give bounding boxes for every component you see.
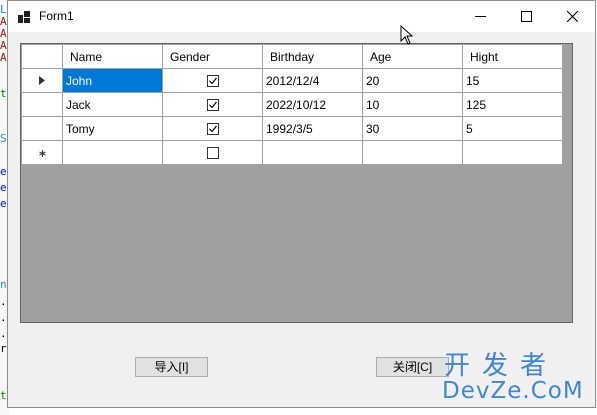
editor-fragment: e xyxy=(0,165,7,178)
table-row[interactable]: Jack 2022/10/12 10 125 xyxy=(21,92,563,117)
close-icon xyxy=(566,11,578,22)
cell-name[interactable]: Jack xyxy=(62,92,163,117)
cell-name[interactable] xyxy=(62,140,163,165)
editor-fragment: . xyxy=(0,311,7,324)
gender-checkbox[interactable] xyxy=(206,99,219,112)
editor-fragment: A xyxy=(0,15,7,28)
title-bar[interactable]: Form1 xyxy=(8,1,595,32)
row-header[interactable] xyxy=(21,68,63,93)
cell-hight[interactable] xyxy=(462,140,563,165)
row-header[interactable] xyxy=(21,140,63,165)
app-icon xyxy=(18,10,30,23)
mouse-cursor-icon xyxy=(400,24,414,50)
data-grid-table: Name Gender Birthday Age Hight John 2012… xyxy=(21,44,563,165)
checkmark-icon xyxy=(208,125,217,133)
minimize-icon xyxy=(474,16,486,17)
close-form-button[interactable]: 关闭[C] xyxy=(376,357,449,377)
cell-birthday[interactable] xyxy=(262,140,363,165)
column-header-birthday[interactable]: Birthday xyxy=(262,44,363,69)
gender-checkbox[interactable] xyxy=(206,147,219,160)
column-header-name[interactable]: Name xyxy=(62,44,163,69)
column-header-row: Name Gender Birthday Age Hight xyxy=(21,44,563,69)
editor-fragment: A xyxy=(0,39,7,52)
current-row-arrow-icon xyxy=(39,75,45,85)
editor-fragment: t xyxy=(0,87,7,100)
editor-fragment: r xyxy=(0,342,7,355)
checkmark-icon xyxy=(208,101,217,109)
checkmark-icon xyxy=(208,77,217,85)
cell-birthday[interactable]: 2022/10/12 xyxy=(262,92,363,117)
cell-age[interactable]: 10 xyxy=(362,92,463,117)
editor-fragment: n xyxy=(0,278,7,291)
data-grid-view[interactable]: Name Gender Birthday Age Hight John 2012… xyxy=(20,43,573,323)
window-title: Form1 xyxy=(39,9,74,23)
cell-gender[interactable] xyxy=(162,116,263,141)
cell-gender[interactable] xyxy=(162,68,263,93)
close-button[interactable] xyxy=(549,1,595,32)
cell-name[interactable]: John xyxy=(62,68,163,93)
cell-age[interactable]: 30 xyxy=(362,116,463,141)
cell-hight[interactable]: 5 xyxy=(462,116,563,141)
cell-gender[interactable] xyxy=(162,140,263,165)
column-header-gender[interactable]: Gender xyxy=(162,44,263,69)
import-button[interactable]: 导入[I] xyxy=(135,357,208,377)
form1-window: Form1 Name Gender Birthday Age Hight Joh… xyxy=(7,0,596,408)
new-row[interactable] xyxy=(21,140,563,165)
cell-age[interactable] xyxy=(362,140,463,165)
cell-hight[interactable]: 15 xyxy=(462,68,563,93)
table-row[interactable]: Tomy 1992/3/5 30 5 xyxy=(21,116,563,141)
row-header[interactable] xyxy=(21,116,63,141)
screen: L A A A A t S e e e n . . . r t Form1 Na… xyxy=(0,0,597,415)
column-header-hight[interactable]: Hight xyxy=(462,44,563,69)
editor-fragment: A xyxy=(0,27,7,40)
editor-fragment: . xyxy=(0,295,7,308)
cell-birthday[interactable]: 1992/3/5 xyxy=(262,116,363,141)
table-row[interactable]: John 2012/12/4 20 15 xyxy=(21,68,563,93)
cell-birthday[interactable]: 2012/12/4 xyxy=(262,68,363,93)
editor-fragment: e xyxy=(0,181,7,194)
editor-fragment: L xyxy=(0,3,7,16)
gender-checkbox[interactable] xyxy=(206,123,219,136)
editor-fragment: S xyxy=(0,132,7,145)
cell-hight[interactable]: 125 xyxy=(462,92,563,117)
cell-age[interactable]: 20 xyxy=(362,68,463,93)
new-row-asterisk-icon xyxy=(38,149,46,157)
editor-fragment: e xyxy=(0,197,7,210)
cell-gender[interactable] xyxy=(162,92,263,117)
cell-name[interactable]: Tomy xyxy=(62,116,163,141)
maximize-icon xyxy=(520,11,532,22)
top-left-header-cell[interactable] xyxy=(21,44,63,69)
editor-fragment: t xyxy=(0,389,7,402)
maximize-button[interactable] xyxy=(503,1,549,32)
minimize-button[interactable] xyxy=(457,1,503,32)
gender-checkbox[interactable] xyxy=(206,75,219,88)
editor-fragment: . xyxy=(0,327,7,340)
row-header[interactable] xyxy=(21,92,63,117)
editor-fragment: A xyxy=(0,51,7,64)
